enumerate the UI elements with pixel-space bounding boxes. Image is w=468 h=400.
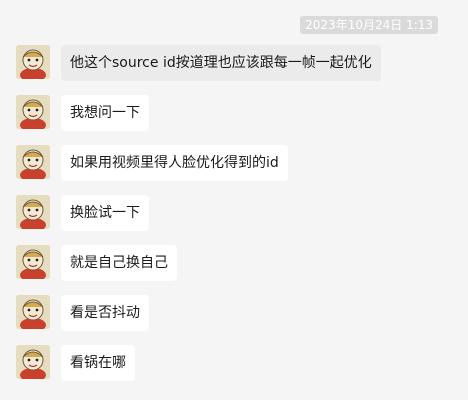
avatar[interactable] <box>16 95 50 129</box>
message-bubble[interactable]: 就是自己换自己 <box>61 245 177 281</box>
avatar-icon <box>16 145 50 179</box>
message-bubble[interactable]: 他这个source id按道理也应该跟每一帧一起优化 <box>61 45 381 81</box>
chat-area: 2023年10月24日 1:13 他这个source id按道理也应该跟每一帧一… <box>0 0 468 400</box>
avatar-icon <box>16 195 50 229</box>
message-bubble[interactable]: 我想问一下 <box>61 95 149 131</box>
avatar-icon <box>16 45 50 79</box>
avatar[interactable] <box>16 45 50 79</box>
timestamp-container: 2023年10月24日 1:13 <box>300 14 438 34</box>
avatar[interactable] <box>16 145 50 179</box>
avatar-icon <box>16 95 50 129</box>
message-bubble[interactable]: 如果用视频里得人脸优化得到的id <box>61 145 288 181</box>
message-bubble[interactable]: 看锅在哪 <box>61 345 135 381</box>
avatar[interactable] <box>16 195 50 229</box>
avatar[interactable] <box>16 345 50 379</box>
message-timestamp: 2023年10月24日 1:13 <box>300 16 438 34</box>
avatar-icon <box>16 245 50 279</box>
avatar[interactable] <box>16 245 50 279</box>
avatar-icon <box>16 295 50 329</box>
avatar-icon <box>16 345 50 379</box>
message-bubble[interactable]: 看是否抖动 <box>61 295 149 331</box>
message-bubble[interactable]: 换脸试一下 <box>61 195 149 231</box>
avatar[interactable] <box>16 295 50 329</box>
